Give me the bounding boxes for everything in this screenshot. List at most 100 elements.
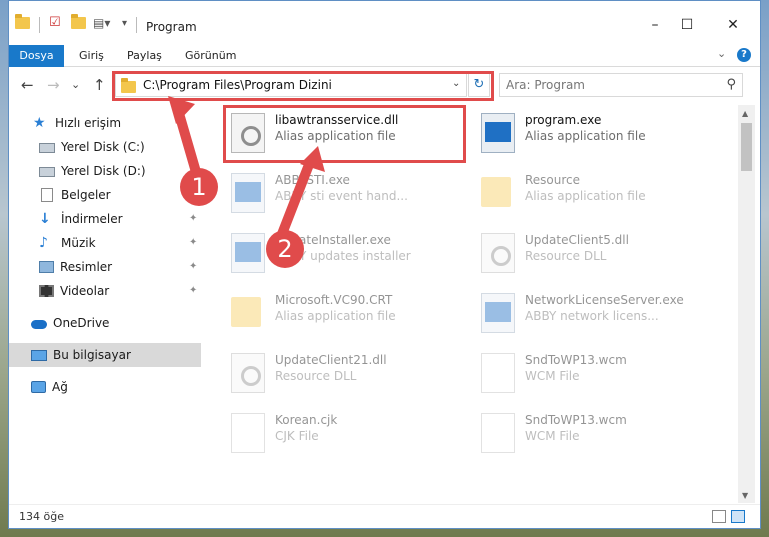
exe-file-icon [481,113,515,153]
address-highlight [112,71,494,101]
window-title: Program [146,20,197,34]
file-item[interactable]: UpdateClient21.dll Resource DLL [223,345,463,397]
help-icon[interactable]: ? [737,48,751,62]
recent-locations-button[interactable]: ⌄ [71,78,80,91]
details-view-icon[interactable] [712,510,726,523]
drive-icon [39,167,55,177]
file-type: Resource DLL [275,369,357,383]
sidebar-item-videos[interactable]: Videolar ✦ [9,279,201,303]
properties-icon[interactable]: ☑ [49,15,61,30]
file-item[interactable]: Resource Alias application file [473,165,713,217]
sidebar-item-label: Belgeler [61,188,111,202]
sidebar-item-label: Müzik [61,236,96,250]
customize-toolbar-icon[interactable]: ▤▾ [93,16,110,30]
file-type: Alias application file [525,129,646,143]
search-icon[interactable]: ⚲ [726,77,736,92]
drive-icon [39,143,55,153]
file-item[interactable]: Korean.cjk CJK File [223,405,463,457]
sidebar-item-label: Resimler [60,260,113,274]
file-type: ABBY sti event hand... [275,189,408,203]
up-button[interactable]: ↑ [93,76,106,94]
file-icon [481,353,515,393]
file-type: Alias application file [275,309,396,323]
folder-icon [15,14,30,29]
title-bar: ☑ ▤▾ ▾ Program – ☐ ✕ [9,1,760,41]
star-icon: ★ [33,115,46,131]
file-highlight [223,105,466,163]
file-item[interactable]: SndToWP13.wcm WCM File [473,345,713,397]
tab-view[interactable]: Görünüm [185,45,236,67]
file-name: NetworkLicenseServer.exe [525,293,684,307]
maximize-button[interactable]: ☐ [677,15,697,35]
new-folder-icon[interactable] [71,14,86,29]
tab-file[interactable]: Dosya [9,45,64,67]
close-button[interactable]: ✕ [723,15,743,35]
file-type: WCM File [525,429,580,443]
sidebar-item-onedrive[interactable]: OneDrive [9,311,201,335]
file-item[interactable]: NetworkLicenseServer.exe ABBY network li… [473,285,713,337]
file-name: SndToWP13.wcm [525,353,627,367]
vertical-scrollbar[interactable]: ▲ ▼ [738,105,755,503]
file-type: ABBY network licens... [525,309,659,323]
pin-icon[interactable]: ✦ [189,237,197,248]
item-count: 134 öğe [19,510,64,523]
back-button[interactable]: ← [21,76,34,94]
scroll-thumb[interactable] [741,123,752,171]
step-badge-1: 1 [180,168,218,206]
file-icon [231,413,265,453]
minimize-button[interactable]: – [645,15,665,35]
sidebar-item-label: Yerel Disk (D:) [61,164,146,178]
search-input[interactable] [506,74,716,96]
network-icon [31,381,46,393]
pin-icon[interactable]: ✦ [189,213,197,224]
file-item[interactable]: SndToWP13.wcm WCM File [473,405,713,457]
sidebar-item-music[interactable]: ♪ Müzik ✦ [9,231,201,255]
file-name: SndToWP13.wcm [525,413,627,427]
large-icons-view-icon[interactable] [731,510,745,523]
search-box[interactable]: ⚲ [499,73,743,97]
folder-icon [231,297,261,327]
sidebar-item-this-pc[interactable]: Bu bilgisayar [9,343,201,367]
sidebar-item-local-disk-c[interactable]: Yerel Disk (C:) [9,135,201,159]
navigation-pane: ★ Hızlı erişim Yerel Disk (C:) Yerel Dis… [9,105,203,503]
pin-icon[interactable]: ✦ [189,285,197,296]
file-item[interactable]: UpdateInstaller.exe ABBY updates install… [223,225,463,277]
forward-button[interactable]: → [47,76,60,94]
exe-file-icon [231,233,265,273]
file-name: Korean.cjk [275,413,338,427]
file-type: WCM File [525,369,580,383]
sidebar-item-label: Yerel Disk (C:) [61,140,145,154]
sidebar-item-pictures[interactable]: Resimler ✦ [9,255,201,279]
download-icon: ↓ [39,211,51,227]
quick-access-dropdown-icon[interactable]: ▾ [122,18,127,29]
sidebar-item-local-disk-d[interactable]: Yerel Disk (D:) [9,159,201,183]
sidebar-item-label: İndirmeler [61,212,123,226]
file-name: program.exe [525,113,602,127]
pictures-icon [39,261,54,273]
file-icon [481,413,515,453]
exe-file-icon [481,293,515,333]
tab-home[interactable]: Giriş [79,45,104,67]
ribbon-expand-icon[interactable]: ⌄ [717,47,726,60]
scroll-up-icon[interactable]: ▲ [742,109,748,118]
sidebar-item-documents[interactable]: Belgeler [9,183,201,207]
file-name: ABBYSTI.exe [275,173,350,187]
tab-share[interactable]: Paylaş [127,45,162,67]
sidebar-item-downloads[interactable]: ↓ İndirmeler ✦ [9,207,201,231]
sidebar-item-label: OneDrive [53,316,110,330]
file-type: CJK File [275,429,319,443]
file-item[interactable]: Microsoft.VC90.CRT Alias application fil… [223,285,463,337]
document-icon [39,188,55,202]
file-item[interactable]: UpdateClient5.dll Resource DLL [473,225,713,277]
file-name: Resource [525,173,581,187]
file-item[interactable]: ABBYSTI.exe ABBY sti event hand... [223,165,463,217]
file-type: Resource DLL [525,249,607,263]
pin-icon[interactable]: ✦ [189,261,197,272]
file-item[interactable]: program.exe Alias application file [473,105,713,157]
exe-file-icon [231,173,265,213]
sidebar-item-quick-access[interactable]: ★ Hızlı erişim [9,111,201,135]
sidebar-item-network[interactable]: Ağ [9,375,201,399]
sidebar-item-label: Videolar [60,284,110,298]
sidebar-item-label: Ağ [52,380,68,394]
scroll-down-icon[interactable]: ▼ [742,491,748,500]
